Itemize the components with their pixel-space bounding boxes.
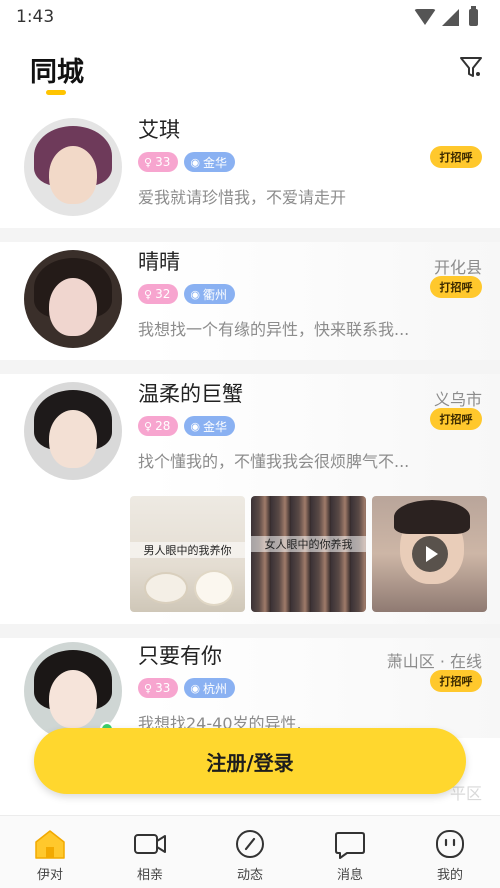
user-bio: 爱我就请珍惜我，不爱请走开 xyxy=(138,188,347,207)
location-tag: ◉ 金华 xyxy=(184,416,235,436)
age-tag: ♀ 28 xyxy=(138,416,179,436)
tab-moments[interactable]: 动态 xyxy=(200,816,300,888)
greet-button[interactable]: 打招呼 xyxy=(430,670,482,692)
user-name: 晴晴 xyxy=(138,250,180,274)
user-distance: 萧山区 · 在线 xyxy=(386,652,482,671)
location-pin-icon: ◉ xyxy=(190,155,200,169)
user-card-2[interactable]: 晴晴 开化县 ♀ 32 ◉ 衢州 打招呼 我想找一个有缘的异性，快来联系我... xyxy=(0,242,500,360)
user-tags: ♀ 32 ◉ 衢州 xyxy=(138,284,235,304)
photo-caption: 男人眼中的我养你 xyxy=(130,542,245,558)
tab-label: 我的 xyxy=(436,868,463,883)
age-tag: ♀ 32 xyxy=(138,284,179,304)
location-pin-icon: ◉ xyxy=(190,287,200,301)
location-tag: ◉ 衢州 xyxy=(184,284,235,304)
location-pin-icon: ◉ xyxy=(190,681,200,695)
photo-thumbnail[interactable]: 女人眼中的你养我 xyxy=(251,496,366,612)
age-icon: ♀ xyxy=(144,419,153,433)
location-pin-icon: ◉ xyxy=(190,419,200,433)
age-tag: ♀ 33 xyxy=(138,678,179,698)
user-card-4[interactable]: 只要有你 萧山区 · 在线 ♀ 33 ◉ 杭州 打招呼 我想找24-40岁的异性. xyxy=(0,638,500,740)
greet-button[interactable]: 打招呼 xyxy=(430,276,482,298)
tab-label: 动态 xyxy=(236,868,263,883)
tab-messages[interactable]: 消息 xyxy=(300,816,400,888)
greet-button[interactable]: 打招呼 xyxy=(430,408,482,430)
age-icon: ♀ xyxy=(144,681,153,695)
home-icon xyxy=(35,830,65,859)
photo-thumbnail[interactable]: 男人眼中的我养你 xyxy=(130,496,245,612)
tab-home[interactable]: 伊对 xyxy=(0,816,100,888)
compass-icon xyxy=(236,830,264,858)
tab-matchmaking[interactable]: 相亲 xyxy=(100,816,200,888)
age-tag: ♀ 33 xyxy=(138,152,179,172)
greet-button[interactable]: 打招呼 xyxy=(430,146,482,168)
user-name: 只要有你 xyxy=(138,644,222,668)
tab-profile[interactable]: 我的 xyxy=(400,816,500,888)
photo-strip: 男人眼中的我养你 女人眼中的你养我 xyxy=(130,496,500,612)
avatar[interactable] xyxy=(24,250,122,348)
tab-label: 消息 xyxy=(336,868,363,883)
filter-icon[interactable] xyxy=(458,54,484,80)
bottom-tab-bar: 伊对 相亲 动态 消息 我的 xyxy=(0,815,500,888)
video-camera-icon xyxy=(134,834,166,854)
divider xyxy=(0,228,500,242)
register-login-button[interactable]: 注册/登录 xyxy=(34,728,466,794)
header: 同城 xyxy=(0,34,500,104)
bowl-image xyxy=(194,570,234,606)
wifi-icon xyxy=(414,9,436,25)
page-title: 同城 xyxy=(30,57,84,88)
chat-bubble-icon xyxy=(335,832,365,859)
location-tag: ◉ 杭州 xyxy=(184,678,235,698)
photo-caption: 女人眼中的你养我 xyxy=(251,536,366,552)
avatar[interactable] xyxy=(24,118,122,216)
status-bar: 1:43 xyxy=(0,0,500,34)
user-bio: 找个懂我的，不懂我我会很烦脾气不... xyxy=(138,452,410,471)
user-bio: 我想找一个有缘的异性，快来联系我... xyxy=(138,320,410,339)
status-time: 1:43 xyxy=(16,7,55,27)
user-card-1[interactable]: 艾琪 ♀ 33 ◉ 金华 打招呼 爱我就请珍惜我，不爱请走开 xyxy=(0,104,500,228)
user-distance: 开化县 xyxy=(433,258,482,277)
user-name: 温柔的巨蟹 xyxy=(138,382,243,406)
status-icons xyxy=(414,5,478,26)
location-tag: ◉ 金华 xyxy=(184,152,235,172)
title-underline xyxy=(46,90,66,95)
divider xyxy=(0,624,500,638)
age-icon: ♀ xyxy=(144,155,153,169)
play-icon[interactable] xyxy=(412,536,448,572)
user-distance: 义乌市 xyxy=(433,390,482,409)
tab-label: 伊对 xyxy=(36,868,63,883)
user-tags: ♀ 28 ◉ 金华 xyxy=(138,416,235,436)
user-tags: ♀ 33 ◉ 金华 xyxy=(138,152,235,172)
bowl-image xyxy=(144,572,188,604)
avatar[interactable] xyxy=(24,382,122,480)
tab-label: 相亲 xyxy=(136,868,163,883)
video-thumbnail[interactable] xyxy=(372,496,487,612)
user-name: 艾琪 xyxy=(138,118,180,142)
profile-face-icon xyxy=(436,830,464,858)
battery-icon xyxy=(469,5,478,26)
signal-icon xyxy=(442,8,459,26)
user-tags: ♀ 33 ◉ 杭州 xyxy=(138,678,235,698)
divider xyxy=(0,360,500,374)
age-icon: ♀ xyxy=(144,287,153,301)
